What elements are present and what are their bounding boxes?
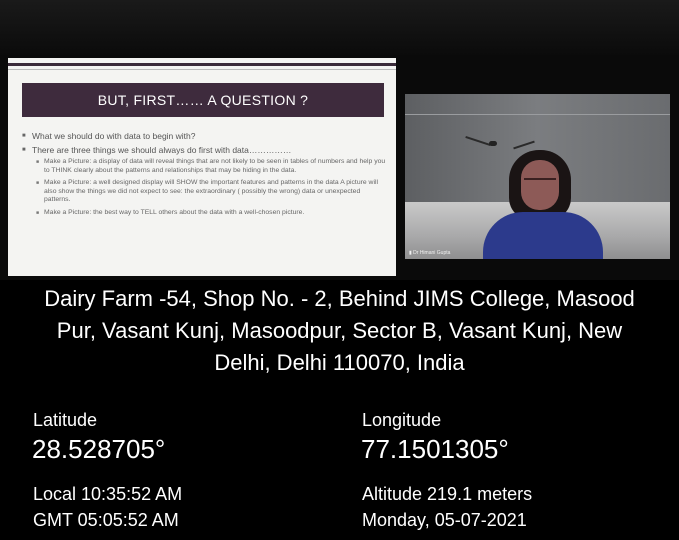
longitude-label: Longitude [362,410,442,430]
slide-bullet: There are three things we should always … [22,144,386,156]
address-line: Pur, Vasant Kunj, Masoodpur, Sector B, V… [56,318,623,343]
latitude-value: 28.528705° [32,434,166,464]
local-time: Local 10:35:52 AM [33,484,183,504]
address-block: Dairy Farm -54, Shop No. - 2, Behind JIM… [0,283,679,379]
screen-top-glare [0,0,679,55]
video-ceiling-line [405,114,670,115]
ceiling-fan-hub [489,141,497,146]
slide-subbullet: Make a Picture: a display of data will r… [36,158,386,175]
altitude: Altitude 219.1 meters [362,484,533,504]
participant-name: Dr Himani Gupta [413,250,451,256]
participant-glasses [524,178,556,186]
date: Monday, 05-07-2021 [362,510,527,530]
address-line: Dairy Farm -54, Shop No. - 2, Behind JIM… [44,286,635,311]
longitude-value: 77.1501305° [361,434,509,464]
slide-title: BUT, FIRST…… A QUESTION ? [97,92,309,108]
screen-capture: BUT, FIRST…… A QUESTION ? What we should… [0,0,679,280]
slide-subbullet: Make a Picture: the best way to TELL oth… [36,209,386,218]
latitude-label: Latitude [33,410,98,430]
presentation-slide: BUT, FIRST…… A QUESTION ? What we should… [8,58,396,276]
slide-bullet: What we should do with data to begin wit… [22,130,386,142]
address-line: Delhi, Delhi 110070, India [214,350,465,375]
slide-title-banner: BUT, FIRST…… A QUESTION ? [22,83,384,117]
slide-body: What we should do with data to begin wit… [22,130,386,222]
slide-top-rule-thin [8,69,396,70]
mic-icon: ▮ [409,250,412,256]
gmt-time: GMT 05:05:52 AM [33,510,179,530]
participant-body [483,212,603,259]
slide-top-rule [8,63,396,66]
slide-subbullet: Make a Picture: a well designed display … [36,179,386,205]
participant-name-label: ▮ Dr Himani Gupta [409,250,450,256]
participant-video: ▮ Dr Himani Gupta [405,94,670,259]
